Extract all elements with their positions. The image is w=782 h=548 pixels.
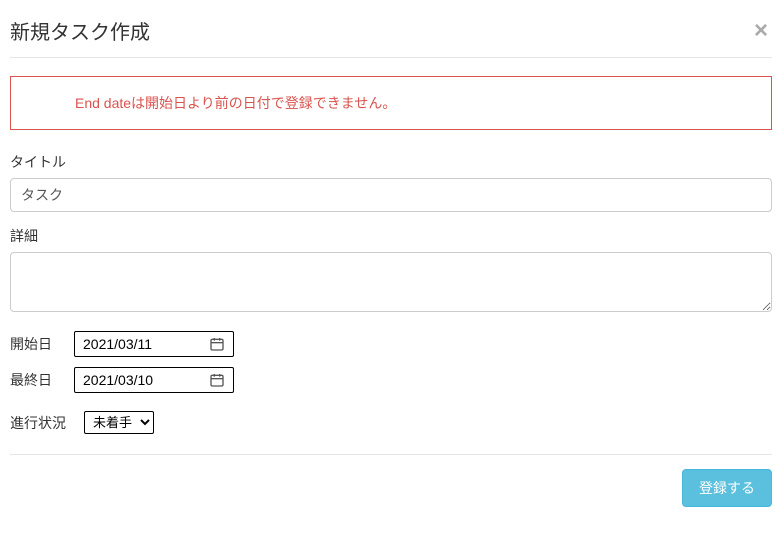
calendar-icon bbox=[209, 336, 225, 352]
new-task-modal: 新規タスク作成 × End dateは開始日より前の日付で登録できません。 タイ… bbox=[0, 0, 782, 519]
detail-textarea[interactable] bbox=[10, 252, 772, 312]
error-alert: End dateは開始日より前の日付で登録できません。 bbox=[10, 76, 772, 130]
title-label: タイトル bbox=[10, 152, 772, 172]
status-label: 進行状況 bbox=[10, 413, 66, 433]
start-date-value: 2021/03/11 bbox=[83, 336, 152, 352]
status-select[interactable]: 未着手 bbox=[84, 411, 154, 434]
error-message: End dateは開始日より前の日付で登録できません。 bbox=[75, 95, 396, 111]
detail-label: 詳細 bbox=[10, 226, 772, 246]
close-button[interactable]: × bbox=[750, 19, 772, 43]
modal-footer: 登録する bbox=[10, 454, 772, 507]
submit-button[interactable]: 登録する bbox=[682, 469, 772, 507]
title-input[interactable] bbox=[10, 178, 772, 212]
end-date-row: 最終日 2021/03/10 bbox=[10, 367, 772, 393]
end-date-input[interactable]: 2021/03/10 bbox=[74, 367, 234, 393]
title-group: タイトル bbox=[10, 152, 772, 212]
start-date-row: 開始日 2021/03/11 bbox=[10, 331, 772, 357]
start-date-input[interactable]: 2021/03/11 bbox=[74, 331, 234, 357]
modal-header: 新規タスク作成 × bbox=[10, 12, 772, 58]
start-date-label: 開始日 bbox=[10, 334, 58, 354]
detail-group: 詳細 bbox=[10, 226, 772, 317]
calendar-icon bbox=[209, 372, 225, 388]
status-row: 進行状況 未着手 bbox=[10, 411, 772, 434]
modal-title: 新規タスク作成 bbox=[10, 16, 150, 45]
end-date-value: 2021/03/10 bbox=[83, 372, 153, 388]
end-date-label: 最終日 bbox=[10, 370, 58, 390]
